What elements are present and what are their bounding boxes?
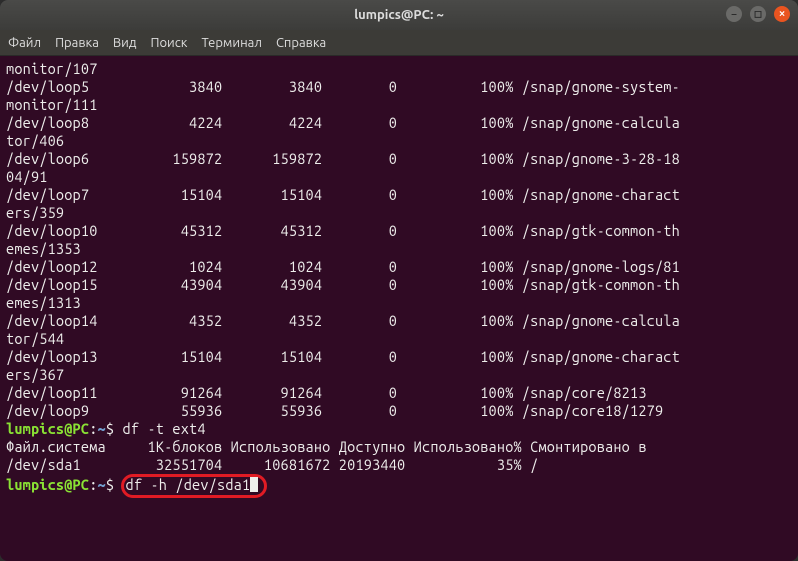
menu-edit[interactable]: Правка [55, 36, 99, 50]
menu-view[interactable]: Вид [113, 36, 137, 50]
output-line: /dev/loop10 45312 45312 0 100% /snap/gtk… [6, 222, 792, 240]
output-line: /dev/loop8 4224 4224 0 100% /snap/gnome-… [6, 114, 792, 132]
terminal-output[interactable]: monitor/107/dev/loop5 3840 3840 0 100% /… [0, 56, 798, 561]
output-line: tor/544 [6, 330, 792, 348]
output-line: emes/1353 [6, 240, 792, 258]
output-line: 04/91 [6, 168, 792, 186]
terminal-window: lumpics@PC: ~ – ◻ × Файл Правка Вид Поис… [0, 0, 798, 561]
menu-terminal[interactable]: Терминал [201, 36, 261, 50]
titlebar: lumpics@PC: ~ – ◻ × [0, 0, 798, 30]
output-line: /dev/loop7 15104 15104 0 100% /snap/gnom… [6, 186, 792, 204]
output-line: /dev/loop5 3840 3840 0 100% /snap/gnome-… [6, 78, 792, 96]
output-line: /dev/loop14 4352 4352 0 100% /snap/gnome… [6, 312, 792, 330]
output-line: ers/359 [6, 204, 792, 222]
window-title: lumpics@PC: ~ [354, 8, 444, 22]
output-line: /dev/loop13 15104 15104 0 100% /snap/gno… [6, 348, 792, 366]
maximize-button[interactable]: ◻ [750, 6, 766, 22]
close-button[interactable]: × [774, 6, 790, 22]
output-line: emes/1313 [6, 294, 792, 312]
output-line: monitor/111 [6, 96, 792, 114]
menu-help[interactable]: Справка [276, 36, 326, 50]
highlighted-command: df -h /dev/sda1 [121, 474, 268, 498]
output-line: ers/367 [6, 366, 792, 384]
prompt-line: lumpics@PC:~$ df -t ext4 [6, 420, 792, 438]
minimize-button[interactable]: – [726, 6, 742, 22]
menu-file[interactable]: Файл [8, 36, 41, 50]
output-line: monitor/107 [6, 60, 792, 78]
output-header: Файл.система 1K-блоков Использовано Дост… [6, 438, 792, 456]
menubar: Файл Правка Вид Поиск Терминал Справка [0, 30, 798, 56]
output-line: /dev/sda1 32551704 10681672 20193440 35%… [6, 456, 792, 474]
window-controls: – ◻ × [726, 6, 790, 22]
output-line: /dev/loop9 55936 55936 0 100% /snap/core… [6, 402, 792, 420]
menu-search[interactable]: Поиск [150, 36, 187, 50]
output-line: /dev/loop15 43904 43904 0 100% /snap/gtk… [6, 276, 792, 294]
cursor [250, 477, 258, 492]
output-line: /dev/loop12 1024 1024 0 100% /snap/gnome… [6, 258, 792, 276]
output-line: /dev/loop11 91264 91264 0 100% /snap/cor… [6, 384, 792, 402]
prompt-line-current: lumpics@PC:~$ df -h /dev/sda1 [6, 474, 792, 498]
output-line: /dev/loop6 159872 159872 0 100% /snap/gn… [6, 150, 792, 168]
output-line: tor/406 [6, 132, 792, 150]
